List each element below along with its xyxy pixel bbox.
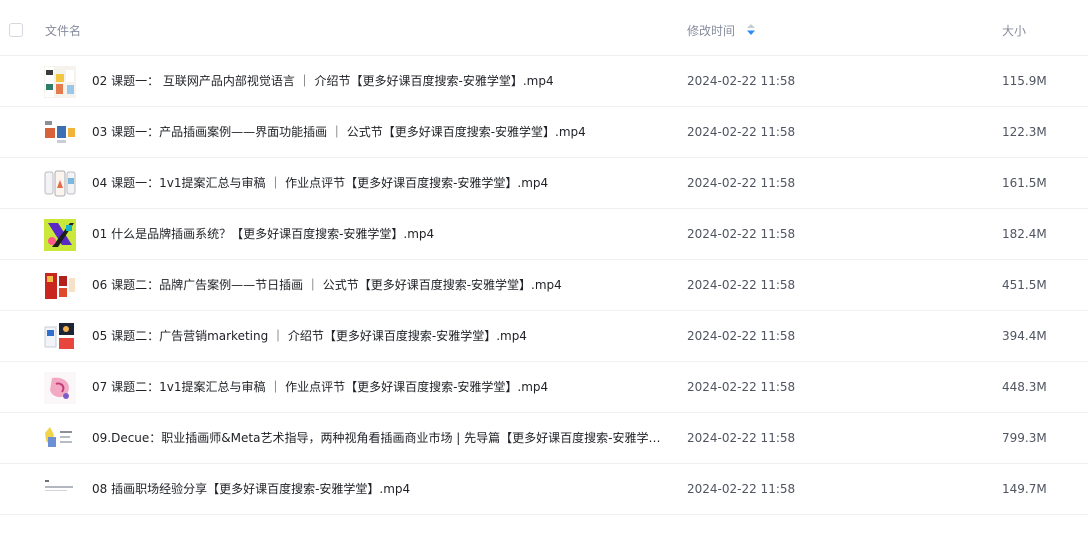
column-header-size[interactable]: 大小 <box>1002 23 1026 39</box>
file-name[interactable]: 03 课题一：产品插画案例——界面功能插画 ｜ 公式节【更多好课百度搜索-安雅学… <box>92 124 662 140</box>
file-list-header: 文件名 修改时间 大小 <box>0 0 1088 56</box>
file-name[interactable]: 04 课题一：1v1提案汇总与审稿 ｜ 作业点评节【更多好课百度搜索-安雅学堂】… <box>92 175 662 191</box>
file-name[interactable]: 06 课题二：品牌广告案例——节日插画 ｜ 公式节【更多好课百度搜索-安雅学堂】… <box>92 277 662 293</box>
video-thumbnail-icon <box>44 474 76 506</box>
column-header-time[interactable]: 修改时间 <box>687 23 755 40</box>
file-modified-time: 2024-02-22 11:58 <box>687 176 796 190</box>
file-modified-time: 2024-02-22 11:58 <box>687 227 796 241</box>
file-size: 451.5M <box>1002 278 1047 292</box>
file-size: 799.3M <box>1002 431 1047 445</box>
file-row[interactable]: 02 课题一： 互联网产品内部视觉语言 ｜ 介绍节【更多好课百度搜索-安雅学堂】… <box>0 56 1088 107</box>
select-all-checkbox[interactable] <box>9 23 23 37</box>
column-header-name[interactable]: 文件名 <box>45 23 81 39</box>
file-row[interactable]: 03 课题一：产品插画案例——界面功能插画 ｜ 公式节【更多好课百度搜索-安雅学… <box>0 107 1088 158</box>
file-row[interactable]: 07 课题二：1v1提案汇总与审稿 ｜ 作业点评节【更多好课百度搜索-安雅学堂】… <box>0 362 1088 413</box>
file-modified-time: 2024-02-22 11:58 <box>687 380 796 394</box>
sort-descending-icon[interactable] <box>746 23 755 39</box>
file-size: 182.4M <box>1002 227 1047 241</box>
file-size: 161.5M <box>1002 176 1047 190</box>
video-thumbnail-icon <box>44 372 76 404</box>
file-list: 文件名 修改时间 大小 02 课题一： 互联网产品内部视觉语言 ｜ 介绍节【更多… <box>0 0 1088 515</box>
file-row[interactable]: 05 课题二：广告营销marketing ｜ 介绍节【更多好课百度搜索-安雅学堂… <box>0 311 1088 362</box>
file-name[interactable]: 08 插画职场经验分享【更多好课百度搜索-安雅学堂】.mp4 <box>92 481 662 497</box>
file-row[interactable]: 01 什么是品牌插画系统？【更多好课百度搜索-安雅学堂】.mp4 2024-02… <box>0 209 1088 260</box>
file-name[interactable]: 07 课题二：1v1提案汇总与审稿 ｜ 作业点评节【更多好课百度搜索-安雅学堂】… <box>92 379 662 395</box>
video-thumbnail-icon <box>44 270 76 302</box>
file-row[interactable]: 04 课题一：1v1提案汇总与审稿 ｜ 作业点评节【更多好课百度搜索-安雅学堂】… <box>0 158 1088 209</box>
file-name[interactable]: 09.Decue：职业插画师&Meta艺术指导，两种视角看插画商业市场 | 先导… <box>92 430 662 446</box>
file-modified-time: 2024-02-22 11:58 <box>687 329 796 343</box>
file-modified-time: 2024-02-22 11:58 <box>687 278 796 292</box>
file-name[interactable]: 01 什么是品牌插画系统？【更多好课百度搜索-安雅学堂】.mp4 <box>92 226 662 242</box>
file-size: 448.3M <box>1002 380 1047 394</box>
file-name[interactable]: 05 课题二：广告营销marketing ｜ 介绍节【更多好课百度搜索-安雅学堂… <box>92 328 662 344</box>
file-modified-time: 2024-02-22 11:58 <box>687 125 796 139</box>
file-size: 394.4M <box>1002 329 1047 343</box>
file-modified-time: 2024-02-22 11:58 <box>687 482 796 496</box>
video-thumbnail-icon <box>44 168 76 200</box>
file-size: 149.7M <box>1002 482 1047 496</box>
video-thumbnail-icon <box>44 66 76 98</box>
file-row[interactable]: 09.Decue：职业插画师&Meta艺术指导，两种视角看插画商业市场 | 先导… <box>0 413 1088 464</box>
file-modified-time: 2024-02-22 11:58 <box>687 431 796 445</box>
column-header-name-label: 文件名 <box>45 24 82 38</box>
video-thumbnail-icon <box>44 117 76 149</box>
file-row[interactable]: 08 插画职场经验分享【更多好课百度搜索-安雅学堂】.mp4 2024-02-2… <box>0 464 1088 515</box>
column-header-size-label: 大小 <box>1002 24 1027 38</box>
file-size: 122.3M <box>1002 125 1047 139</box>
file-size: 115.9M <box>1002 74 1047 88</box>
video-thumbnail-icon <box>44 321 76 353</box>
file-row[interactable]: 06 课题二：品牌广告案例——节日插画 ｜ 公式节【更多好课百度搜索-安雅学堂】… <box>0 260 1088 311</box>
column-header-time-label: 修改时间 <box>687 24 736 38</box>
file-modified-time: 2024-02-22 11:58 <box>687 74 796 88</box>
video-thumbnail-icon <box>44 219 76 251</box>
file-name[interactable]: 02 课题一： 互联网产品内部视觉语言 ｜ 介绍节【更多好课百度搜索-安雅学堂】… <box>92 73 662 89</box>
video-thumbnail-icon <box>44 423 76 455</box>
